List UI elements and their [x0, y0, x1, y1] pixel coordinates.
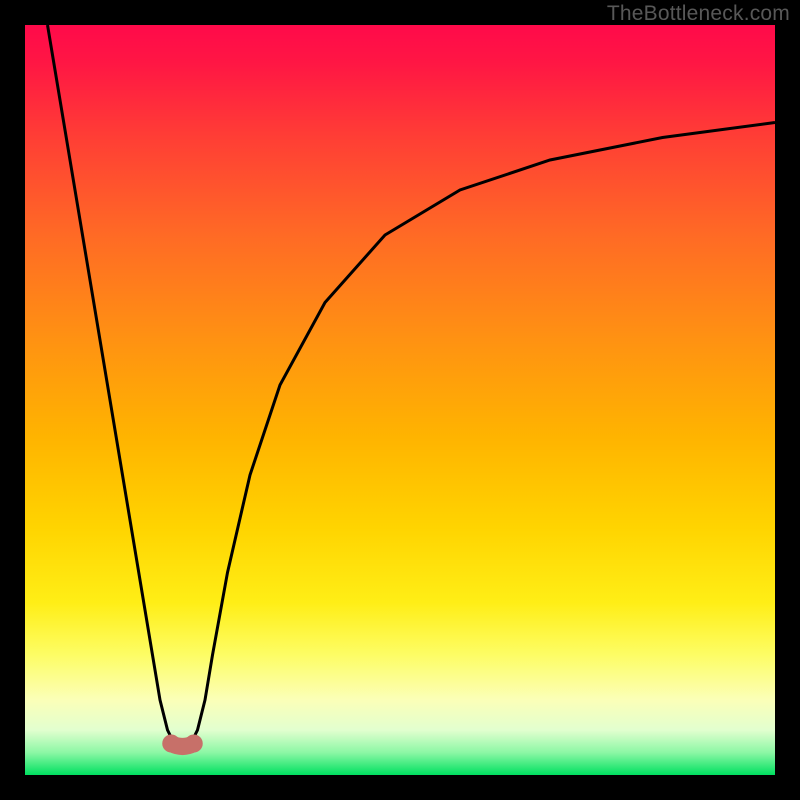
curve-layer [25, 25, 775, 775]
dip-marker-right [185, 735, 203, 753]
attribution-text: TheBottleneck.com [607, 2, 790, 26]
left-branch-path [48, 25, 176, 745]
right-branch-path [190, 123, 775, 746]
dip-marker-left [162, 735, 180, 753]
plot-area [25, 25, 775, 775]
chart-frame: TheBottleneck.com [0, 0, 800, 800]
